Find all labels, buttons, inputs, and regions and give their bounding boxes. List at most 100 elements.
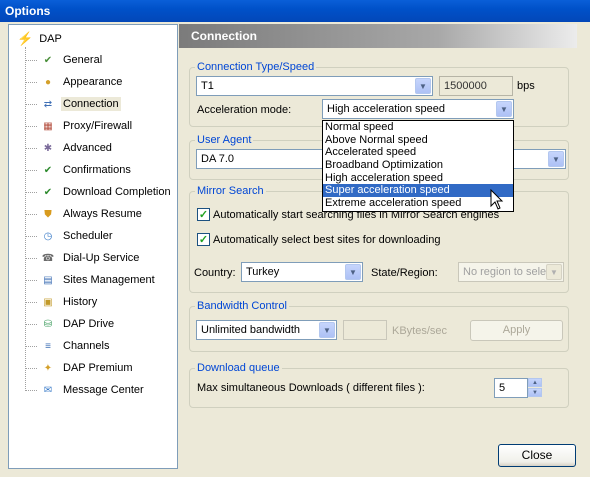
tree-item-download-completion[interactable]: ✔ Download Completion bbox=[25, 183, 173, 201]
tree-connector bbox=[25, 191, 37, 193]
tree-item-label: Channels bbox=[63, 340, 110, 352]
tree-item-label: Download Completion bbox=[63, 186, 171, 198]
tree-connector bbox=[25, 59, 37, 61]
tree-item-label: Appearance bbox=[63, 76, 123, 88]
connection-icon: ⇄ bbox=[43, 98, 53, 110]
tree-item-label: Connection bbox=[61, 97, 121, 111]
tree-item-label: Always Resume bbox=[63, 208, 142, 220]
tree-item-advanced[interactable]: ✱ Advanced bbox=[25, 139, 114, 157]
bandwidth-unit-label: KBytes/sec bbox=[392, 325, 448, 337]
chevron-down-icon[interactable]: ▼ bbox=[546, 264, 562, 280]
chevron-down-icon[interactable]: ▼ bbox=[345, 264, 361, 280]
tree-item-channels[interactable]: ≡ Channels bbox=[25, 337, 111, 355]
tree-root-label: DAP bbox=[39, 33, 62, 45]
window-title: Options bbox=[0, 0, 590, 22]
premium-icon: ✦ bbox=[43, 362, 53, 374]
tree-item-confirmations[interactable]: ✔ Confirmations bbox=[25, 161, 133, 179]
tree-item-appearance[interactable]: ● Appearance bbox=[25, 73, 124, 91]
dap-logo-icon: ⚡ bbox=[17, 31, 34, 46]
close-button[interactable]: Close bbox=[498, 444, 576, 467]
tree-item-general[interactable]: ✔ General bbox=[25, 51, 104, 69]
spin-up-icon[interactable]: ▲ bbox=[528, 378, 542, 387]
accel-option[interactable]: Extreme acceleration speed bbox=[323, 197, 513, 210]
bandwidth-value: Unlimited bandwidth bbox=[201, 324, 301, 336]
sites-icon: ▤ bbox=[43, 274, 53, 286]
accel-option[interactable]: Above Normal speed bbox=[323, 134, 513, 147]
user-agent-value: DA 7.0 bbox=[201, 153, 235, 165]
tree-item-label: Message Center bbox=[63, 384, 144, 396]
tree-item-label: Advanced bbox=[63, 142, 112, 154]
chevron-down-icon[interactable]: ▼ bbox=[415, 78, 431, 94]
message-icon: ✉ bbox=[43, 384, 53, 396]
tree-connector bbox=[25, 213, 37, 215]
tree-item-always-resume[interactable]: ⛊ Always Resume bbox=[25, 205, 144, 223]
tree-connector bbox=[25, 367, 37, 369]
tree-connector bbox=[25, 279, 37, 281]
tree-item-dap-premium[interactable]: ✦ DAP Premium bbox=[25, 359, 134, 377]
accel-mode-value: High acceleration speed bbox=[327, 103, 446, 115]
tree-item-label: Confirmations bbox=[63, 164, 131, 176]
general-icon: ✔ bbox=[43, 54, 53, 66]
tree-connector bbox=[25, 323, 37, 325]
chevron-down-icon[interactable]: ▼ bbox=[548, 151, 564, 167]
drive-icon: ⛁ bbox=[43, 318, 53, 330]
max-downloads-spinner[interactable]: ▲ ▼ bbox=[528, 378, 544, 398]
country-select[interactable]: Turkey ▼ bbox=[241, 262, 363, 282]
auto-select-checkbox[interactable]: ✓ bbox=[197, 233, 210, 246]
state-select[interactable]: No region to sele ▼ bbox=[458, 262, 564, 282]
accel-mode-select[interactable]: High acceleration speed ▼ bbox=[322, 99, 514, 119]
apply-button[interactable]: Apply bbox=[470, 320, 563, 341]
spin-down-icon[interactable]: ▼ bbox=[528, 388, 542, 397]
tree-item-connection[interactable]: ⇄ Connection bbox=[25, 95, 121, 113]
tree-connector bbox=[25, 81, 37, 83]
tree-connector bbox=[25, 257, 37, 259]
accel-option[interactable]: Accelerated speed bbox=[323, 146, 513, 159]
tree-connector bbox=[25, 103, 37, 105]
accel-option[interactable]: High acceleration speed bbox=[323, 172, 513, 185]
tree-connector bbox=[25, 147, 37, 149]
tree-item-dial-up-service[interactable]: ☎ Dial-Up Service bbox=[25, 249, 141, 267]
tree-connector bbox=[25, 301, 37, 303]
resume-icon: ⛊ bbox=[44, 208, 52, 220]
checkmark-icon: ✔ bbox=[43, 164, 53, 176]
speed-unit-label: bps bbox=[517, 80, 535, 92]
chevron-down-icon[interactable]: ▼ bbox=[319, 322, 335, 338]
country-label: Country: bbox=[194, 267, 236, 279]
tree-connector bbox=[25, 125, 37, 127]
speed-field[interactable]: 1500000 bbox=[439, 76, 513, 96]
accel-mode-dropdown: Normal speed Above Normal speed Accelerate… bbox=[322, 120, 514, 212]
tree-connector bbox=[25, 345, 37, 347]
tree-connector bbox=[25, 169, 37, 171]
mouse-cursor-icon bbox=[490, 189, 504, 210]
tree-item-label: Scheduler bbox=[63, 230, 113, 242]
chevron-down-icon[interactable]: ▼ bbox=[496, 101, 512, 117]
max-downloads-field[interactable]: 5 bbox=[494, 378, 528, 398]
tree-item-label: DAP Drive bbox=[63, 318, 115, 330]
tree-item-label: General bbox=[63, 54, 103, 66]
tree-item-scheduler[interactable]: ◷ Scheduler bbox=[25, 227, 115, 245]
bandwidth-select[interactable]: Unlimited bandwidth ▼ bbox=[196, 320, 337, 340]
tree-item-message-center[interactable]: ✉ Message Center bbox=[25, 381, 146, 399]
connection-legend: Connection Type/Speed bbox=[195, 61, 317, 73]
accel-option[interactable]: Broadband Optimization bbox=[323, 159, 513, 172]
appearance-icon: ● bbox=[44, 76, 52, 88]
checkmark-icon: ✔ bbox=[43, 186, 53, 198]
tree-item-history[interactable]: ▣ History bbox=[25, 293, 99, 311]
accel-option[interactable]: Normal speed bbox=[323, 121, 513, 134]
bandwidth-rate-field[interactable] bbox=[343, 320, 387, 340]
accel-option[interactable]: Super acceleration speed bbox=[323, 184, 513, 198]
tree-item-proxy-firewall[interactable]: ▦ Proxy/Firewall bbox=[25, 117, 134, 135]
tree-item-label: DAP Premium bbox=[63, 362, 133, 374]
firewall-icon: ▦ bbox=[43, 120, 53, 132]
tree-item-sites-management[interactable]: ▤ Sites Management bbox=[25, 271, 157, 289]
tree-root-dap[interactable]: ⚡ DAP bbox=[17, 31, 62, 47]
tree-connector bbox=[25, 389, 37, 391]
options-tree: ⚡ DAP ✔ General ● Appearance ⇄ Connection ▦ Pro… bbox=[8, 24, 178, 469]
tree-item-label: Sites Management bbox=[63, 274, 155, 286]
panel-title: Connection bbox=[179, 24, 577, 48]
country-value: Turkey bbox=[246, 266, 280, 278]
connection-type-select[interactable]: T1 ▼ bbox=[196, 76, 433, 96]
auto-search-checkbox[interactable]: ✓ bbox=[197, 208, 210, 221]
tree-item-dap-drive[interactable]: ⛁ DAP Drive bbox=[25, 315, 116, 333]
accel-mode-label: Acceleration mode: bbox=[197, 104, 292, 116]
